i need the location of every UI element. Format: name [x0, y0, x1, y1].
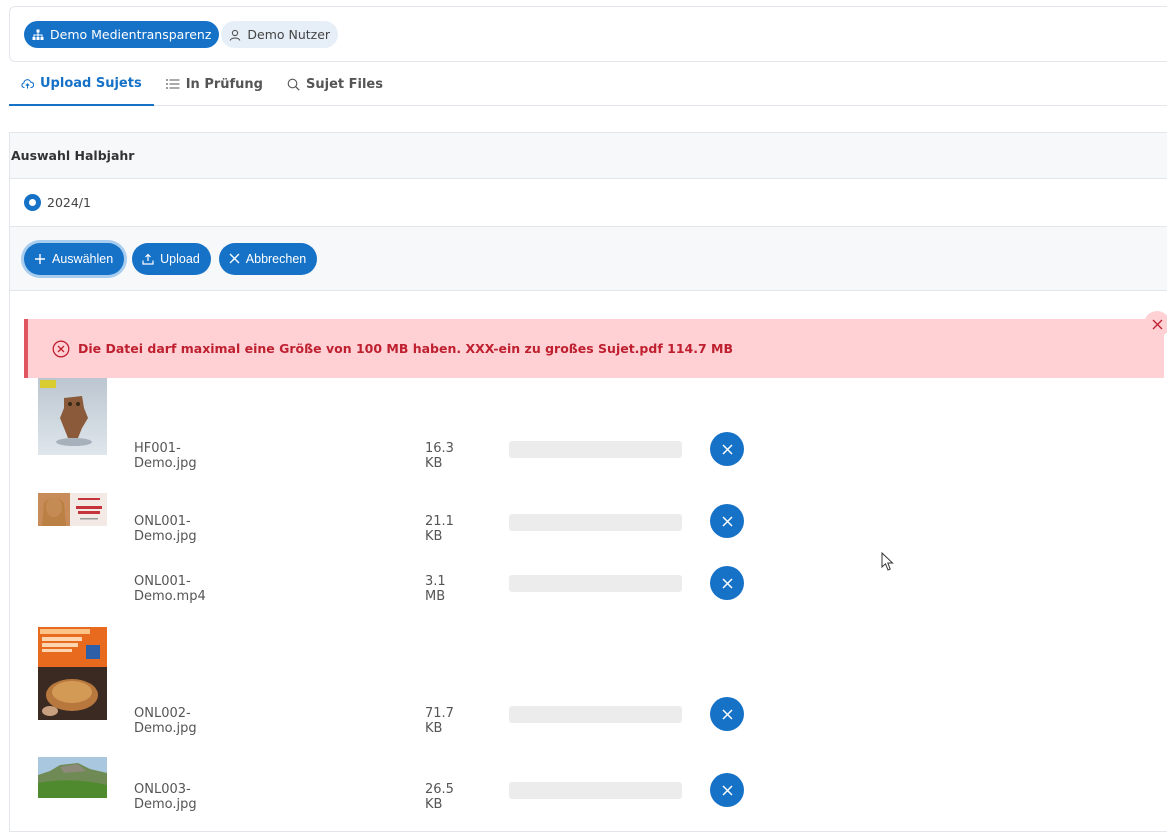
remove-file-button[interactable] — [710, 504, 744, 538]
tab-upload-sujets-label: Upload Sujets — [40, 75, 142, 91]
file-size: 16.3 KB — [425, 441, 454, 471]
file-size: 26.5 KB — [425, 782, 454, 812]
close-icon — [721, 577, 733, 589]
close-icon — [721, 708, 733, 720]
cancel-button[interactable]: Abbrechen — [218, 242, 318, 275]
tab-upload-sujets[interactable]: Upload Sujets — [9, 62, 154, 106]
close-icon — [721, 443, 733, 455]
file-thumbnail — [38, 627, 107, 720]
upload-progress-bar — [509, 706, 682, 723]
remove-file-button[interactable] — [710, 697, 744, 731]
organization-chip-label: Demo Medientransparenz — [50, 27, 212, 42]
file-size: 71.7 KB — [425, 706, 454, 736]
close-icon — [721, 784, 733, 796]
error-circle-icon — [52, 340, 70, 358]
error-text: Die Datei darf maximal eine Größe von 10… — [78, 341, 733, 356]
period-option[interactable]: 2024/1 — [10, 179, 1167, 227]
file-size: 3.1 MB — [425, 574, 446, 604]
file-thumbnail — [38, 493, 107, 526]
close-icon — [229, 253, 240, 264]
period-radio[interactable] — [24, 194, 41, 211]
file-thumbnail — [38, 378, 107, 455]
organization-chip[interactable]: Demo Medientransparenz — [24, 21, 220, 48]
mouse-cursor-icon — [881, 551, 895, 576]
upload-label: Upload — [160, 251, 200, 266]
close-icon — [721, 515, 733, 527]
upload-progress-bar — [509, 575, 682, 592]
context-chips: Demo Medientransparenz Demo Nutzer — [24, 21, 339, 48]
upload-progress-bar — [509, 782, 682, 799]
remove-file-button[interactable] — [710, 432, 744, 466]
remove-file-button[interactable] — [710, 566, 744, 600]
tab-in-pruefung[interactable]: In Prüfung — [154, 62, 275, 106]
upload-progress-bar — [509, 514, 682, 531]
upload-progress-bar — [509, 441, 682, 458]
remove-file-button[interactable] — [710, 773, 744, 807]
file-name: ONL001-Demo.mp4 — [134, 574, 206, 604]
search-icon — [287, 78, 300, 91]
sitemap-icon — [32, 29, 44, 41]
cancel-label: Abbrechen — [245, 251, 307, 266]
error-message: Die Datei darf maximal eine Größe von 10… — [24, 311, 1167, 378]
file-name: ONL002-Demo.jpg — [134, 706, 197, 736]
user-icon — [229, 29, 241, 41]
cloud-upload-icon — [21, 78, 34, 89]
list-icon — [165, 79, 180, 89]
main-tabs: Upload Sujets In Prüfung Sujet Files — [9, 62, 1167, 106]
select-files-label: Auswählen — [52, 251, 114, 266]
file-size: 21.1 KB — [425, 514, 454, 544]
plus-icon — [34, 253, 46, 265]
user-chip-label: Demo Nutzer — [247, 27, 331, 42]
panel-header: Auswahl Halbjahr — [10, 133, 1167, 179]
period-option-label: 2024/1 — [47, 195, 91, 210]
upload-toolbar: Auswählen Upload Abbrechen — [10, 227, 1167, 291]
file-name: ONL003-Demo.jpg — [134, 782, 197, 812]
user-chip[interactable]: Demo Nutzer — [221, 21, 339, 48]
upload-button[interactable]: Upload — [132, 242, 211, 275]
tab-sujet-files[interactable]: Sujet Files — [275, 62, 395, 106]
upload-icon — [142, 253, 154, 265]
close-icon — [1152, 319, 1163, 330]
select-files-button[interactable]: Auswählen — [24, 242, 125, 275]
file-name: ONL001-Demo.jpg — [134, 514, 197, 544]
error-close-button[interactable] — [1144, 311, 1167, 337]
context-bar: Demo Medientransparenz Demo Nutzer — [9, 6, 1167, 62]
tab-in-pruefung-label: In Prüfung — [185, 76, 263, 92]
file-name: HF001-Demo.jpg — [134, 441, 197, 471]
section-title: Auswahl Halbjahr — [11, 148, 135, 163]
tab-sujet-files-label: Sujet Files — [306, 76, 383, 92]
file-thumbnail — [38, 757, 107, 798]
